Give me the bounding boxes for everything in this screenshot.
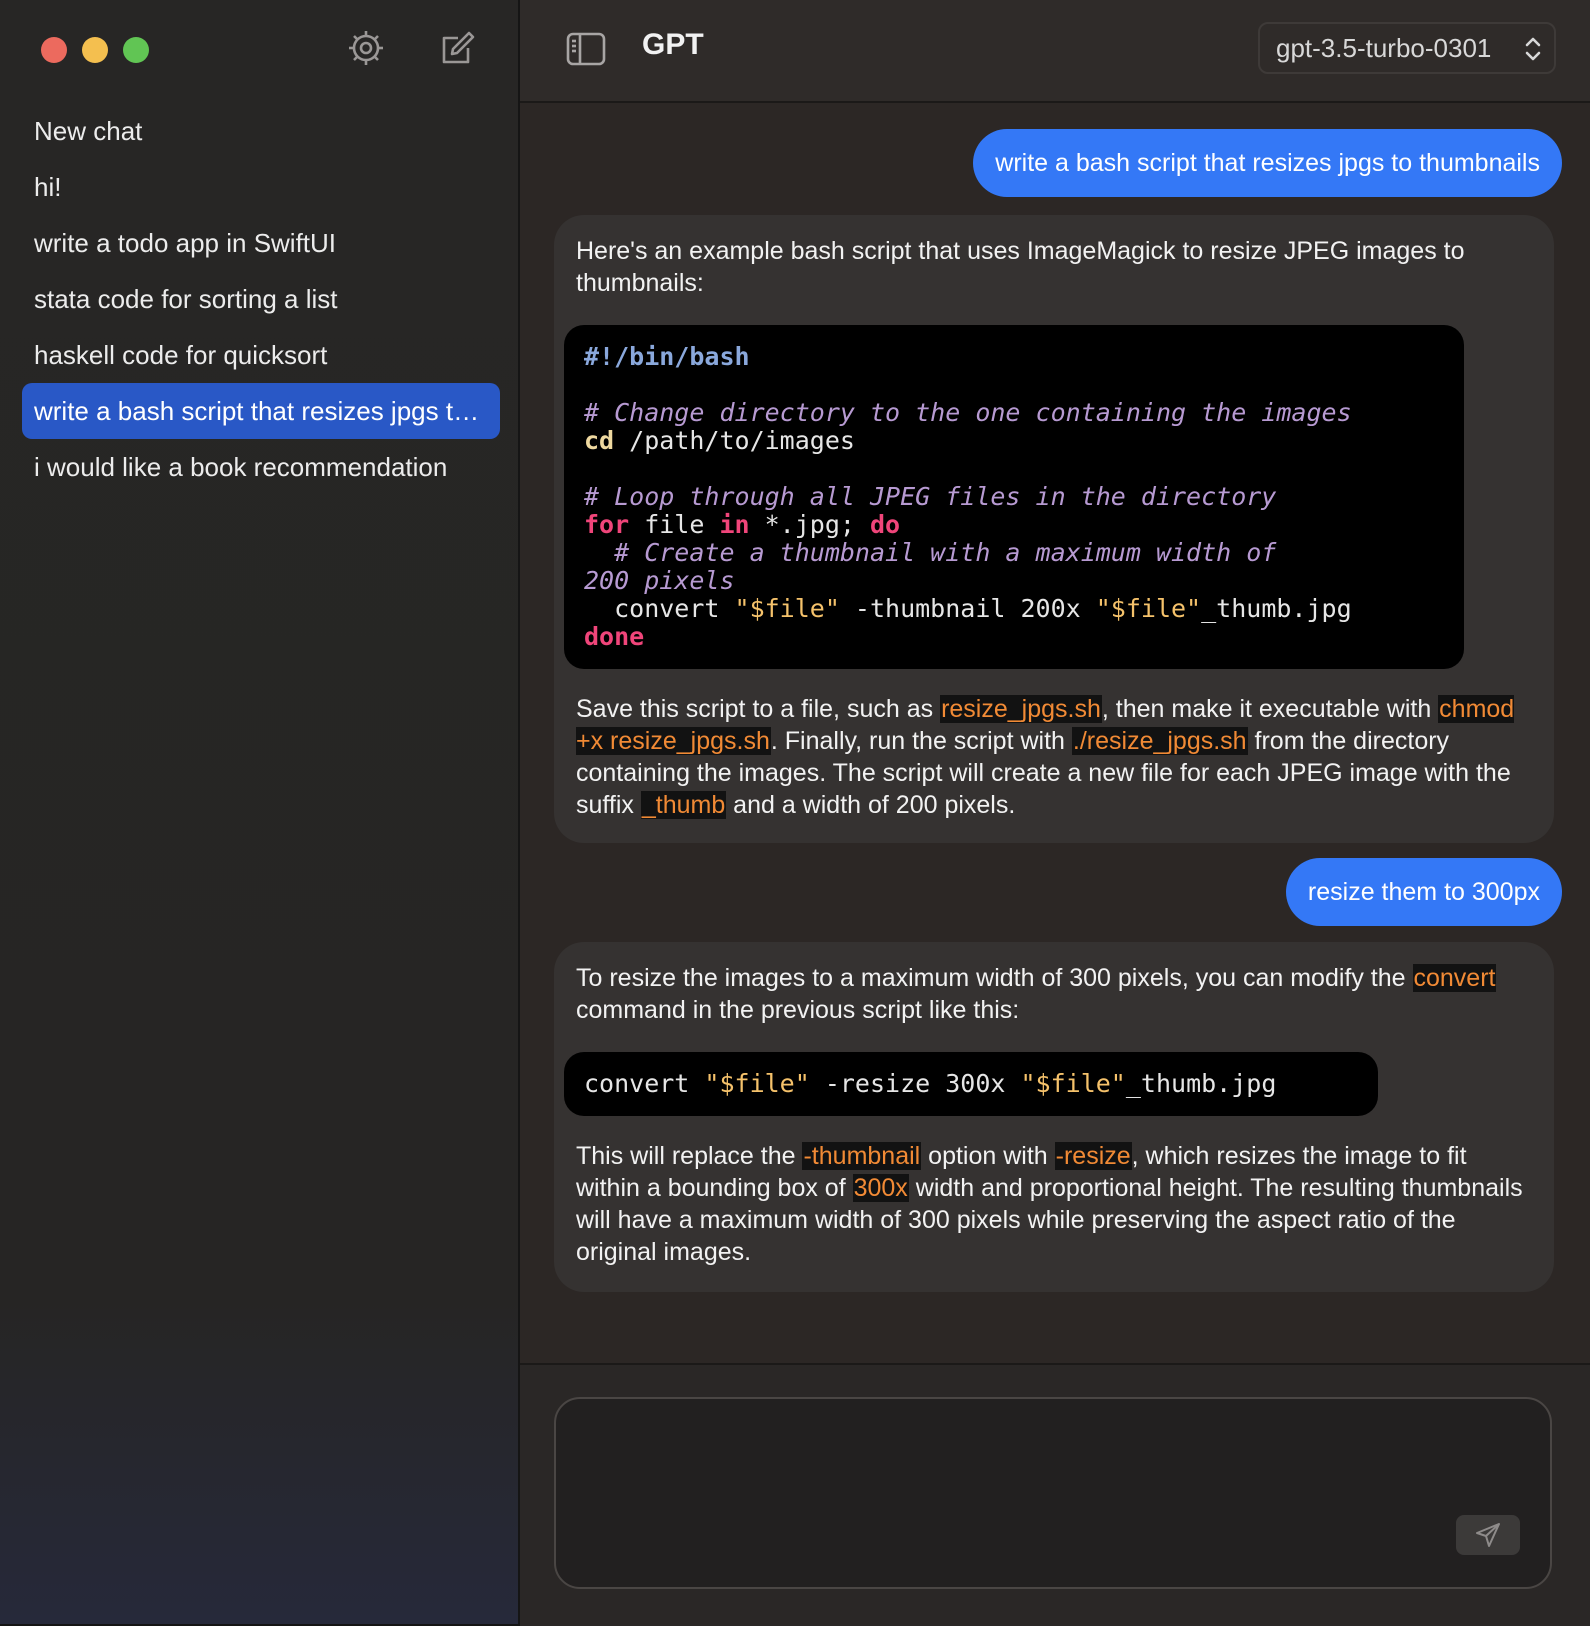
chat-item-stata[interactable]: stata code for sorting a list <box>22 271 500 327</box>
message-text: Here's an example bash script that uses … <box>576 237 1465 297</box>
code-text: /path/to/images <box>614 426 855 455</box>
code-block: convert "$file" -resize 300x "$file"_thu… <box>564 1052 1378 1116</box>
text-run: . Finally, run the script with <box>770 727 1072 755</box>
close-window-button[interactable] <box>41 37 67 63</box>
code-text: *.jpg; <box>749 510 870 539</box>
paper-plane-icon <box>1476 1523 1500 1547</box>
chat-item-todo-app[interactable]: write a todo app in SwiftUI <box>22 215 500 271</box>
code-keyword: done <box>584 622 645 651</box>
text-run: and a width of 200 pixels. <box>726 791 1016 819</box>
message-input[interactable] <box>576 1417 1440 1571</box>
user-message: resize them to 300px <box>1285 858 1562 926</box>
text-run: To resize the images to a maximum width … <box>576 964 1413 992</box>
toolbar: GPT gpt-3.5-turbo-0301 <box>520 0 1590 103</box>
code-keyword: for <box>584 510 630 539</box>
code-text: _thumb.jpg <box>1201 594 1352 623</box>
code-keyword: do <box>870 510 901 539</box>
text-run: This will replace the <box>576 1142 803 1170</box>
window-controls <box>41 37 149 63</box>
code-string: "$file" <box>734 594 840 623</box>
code-text: _thumb.jpg <box>1125 1069 1277 1098</box>
code-string: "$file" <box>704 1069 810 1098</box>
text-run: option with <box>921 1142 1055 1170</box>
chat-item-hi[interactable]: hi! <box>22 159 500 215</box>
composer-area <box>520 1363 1590 1626</box>
text-run: Save this script to a file, such as <box>576 695 941 723</box>
code-command: cd <box>584 426 615 455</box>
chat-item-new-chat[interactable]: New chat <box>22 103 500 159</box>
inline-code: 300x <box>852 1174 909 1202</box>
chevron-up-down-icon <box>1524 34 1542 64</box>
code-comment: # Loop through all JPEG files in the dir… <box>584 482 1277 511</box>
assistant-message: Here's an example bash script that uses … <box>554 215 1554 843</box>
inline-code: -resize <box>1054 1142 1132 1170</box>
gear-icon[interactable] <box>346 28 386 68</box>
minimize-window-button[interactable] <box>82 37 108 63</box>
compose-icon[interactable] <box>438 28 478 68</box>
code-block: #!/bin/bash # Change directory to the on… <box>564 325 1464 669</box>
message-text: Save this script to a file, such as resi… <box>576 693 1532 821</box>
app-window: New chat hi! write a todo app in SwiftUI… <box>0 0 1590 1626</box>
text-run: command in the previous script like this… <box>576 996 1020 1024</box>
conversation: write a bash script that resizes jpgs to… <box>520 101 1590 1363</box>
code-string: "$file" <box>1095 594 1202 623</box>
message-text: To resize the images to a maximum width … <box>576 962 1532 1026</box>
zoom-window-button[interactable] <box>123 37 149 63</box>
send-button[interactable] <box>1456 1515 1520 1555</box>
inline-code: _thumb <box>640 791 727 819</box>
main-pane: GPT gpt-3.5-turbo-0301 write a bash scri… <box>520 0 1590 1626</box>
code-shebang: #!/bin/bash <box>584 342 750 371</box>
chat-item-book-recommendation[interactable]: i would like a book recommendation <box>22 439 500 495</box>
inline-code: convert <box>1412 964 1497 992</box>
text-run: , then make it executable with <box>1101 695 1439 723</box>
page-title: GPT <box>642 28 704 61</box>
code-comment: # Create a thumbnail with a maximum widt… <box>584 538 1277 567</box>
inline-code: resize_jpgs.sh <box>940 695 1102 723</box>
code-text: -resize 300x <box>809 1069 1021 1098</box>
sidebar: New chat hi! write a todo app in SwiftUI… <box>0 0 520 1624</box>
code-comment: 200 pixels <box>584 566 735 595</box>
model-select-value: gpt-3.5-turbo-0301 <box>1276 33 1492 63</box>
code-text: file <box>629 510 720 539</box>
message-text: This will replace the -thumbnail option … <box>576 1140 1532 1268</box>
code-string: "$file" <box>1020 1069 1126 1098</box>
code-comment: # Change directory to the one containing… <box>584 398 1352 427</box>
model-select[interactable]: gpt-3.5-turbo-0301 <box>1258 22 1556 74</box>
code-text: convert <box>584 1069 705 1098</box>
code-text: -thumbnail 200x <box>839 594 1096 623</box>
chat-item-bash-script[interactable]: write a bash script that resizes jpgs to… <box>22 383 500 439</box>
code-keyword: in <box>719 510 750 539</box>
inline-code: -thumbnail <box>802 1142 922 1170</box>
message-composer <box>554 1397 1552 1589</box>
inline-code: ./resize_jpgs.sh <box>1071 727 1248 755</box>
assistant-message: To resize the images to a maximum width … <box>554 942 1554 1292</box>
user-message: write a bash script that resizes jpgs to… <box>973 129 1562 197</box>
code-text: convert <box>584 594 735 623</box>
chat-item-haskell[interactable]: haskell code for quicksort <box>22 327 500 383</box>
chat-history-list: New chat hi! write a todo app in SwiftUI… <box>22 103 500 495</box>
sidebar-toggle-icon[interactable] <box>566 31 606 67</box>
